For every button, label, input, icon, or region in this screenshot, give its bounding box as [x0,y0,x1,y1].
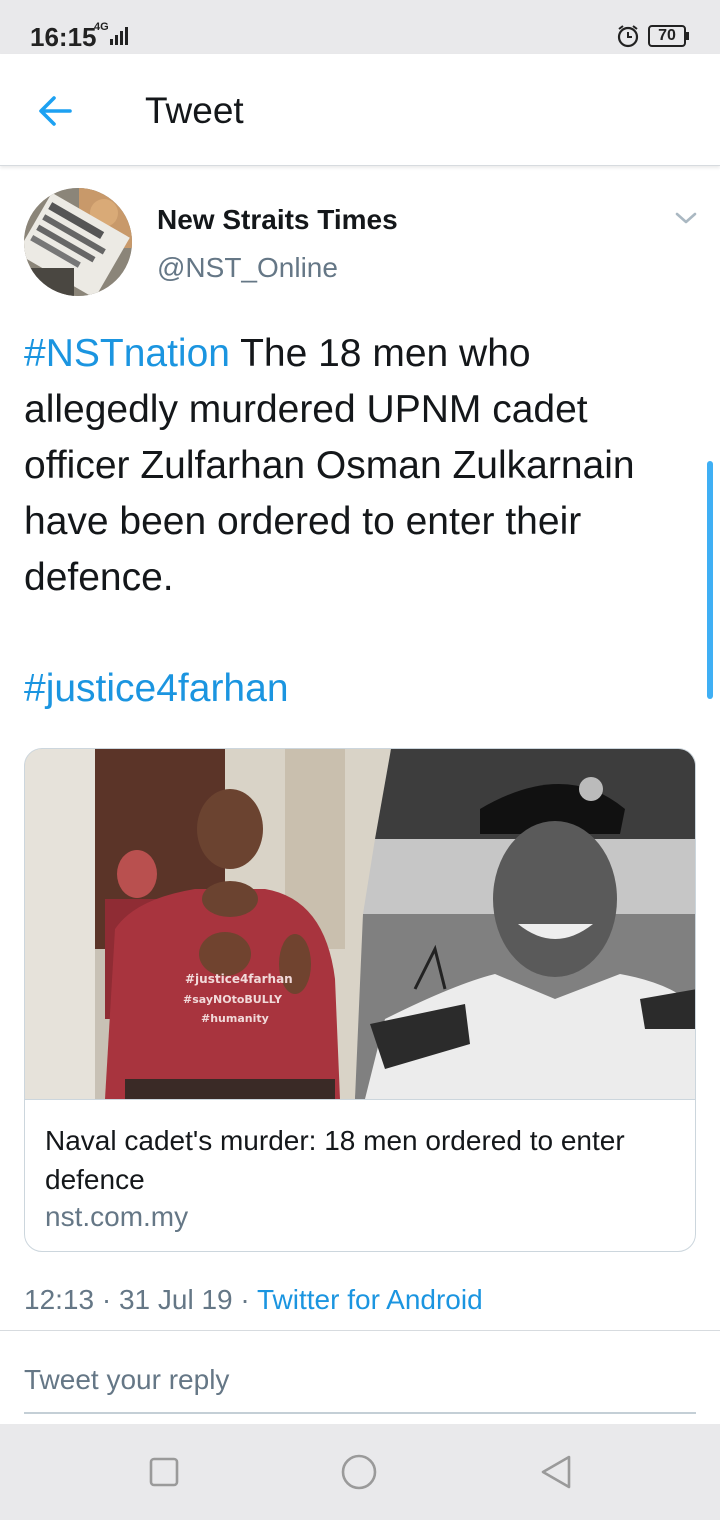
battery-level: 70 [658,27,676,44]
shirt-text: #sayNOtoBULLY [183,993,283,1006]
network-label: 4G [94,21,109,33]
page-title: Tweet [145,90,244,131]
link-card[interactable]: #justice4farhan #sayNOtoBULLY #humanity … [24,748,696,1252]
avatar-image [24,188,132,296]
signal-icon [110,27,128,45]
circle-icon[interactable] [340,1453,378,1491]
status-time: 16:15 [30,22,97,52]
tweet-meta: 12:13 · 31 Jul 19 · Twitter for Android [24,1284,483,1316]
back-arrow-icon[interactable] [30,86,80,136]
divider [0,1330,720,1331]
author-handle[interactable]: @NST_Online [157,252,338,284]
square-icon[interactable] [148,1456,180,1488]
meta-separator: · [101,1284,112,1315]
author-avatar[interactable] [24,188,132,296]
hashtag-link[interactable]: #justice4farhan [24,661,289,717]
reply-underline [24,1412,696,1414]
alarm-icon [617,25,639,48]
author-name[interactable]: New Straits Times [157,204,398,236]
shirt-text: #justice4farhan [185,972,293,986]
tweet-text: #NSTnation The 18 men who allegedly murd… [24,326,694,606]
card-divider [25,1099,695,1100]
status-bar: 16:15 4G 70 [0,0,720,54]
triangle-back-icon[interactable] [538,1453,574,1491]
reply-input[interactable] [24,1360,624,1400]
meta-separator: · [240,1284,250,1315]
card-title: Naval cadet's murder: 18 men ordered to … [45,1125,625,1195]
tweet-date: 31 Jul 19 [118,1284,233,1315]
system-nav-bar [0,1424,720,1520]
app-header: Tweet [0,54,720,166]
card-domain: nst.com.my [45,1201,189,1232]
card-image: #justice4farhan #sayNOtoBULLY #humanity [25,749,695,1099]
scrollbar-thumb[interactable] [707,461,713,699]
shirt-text: #humanity [201,1012,269,1025]
tweet-source-link[interactable]: Twitter for Android [257,1284,483,1315]
tweet-time: 12:13 [24,1284,95,1315]
chevron-down-icon[interactable] [672,206,700,230]
hashtag-link[interactable]: #NSTnation [24,332,230,375]
